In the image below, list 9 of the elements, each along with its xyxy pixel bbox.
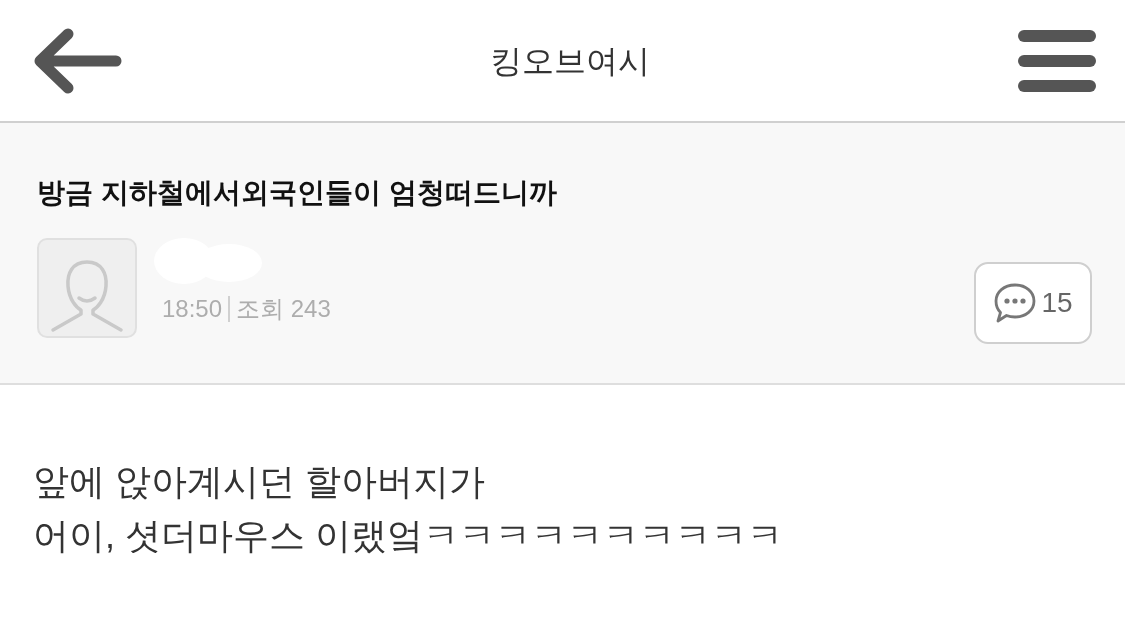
comment-count-button[interactable]: 15 [974,262,1092,344]
post-title: 방금 지하철에서외국인들이 엄청떠드니까 [37,176,558,210]
speech-bubble-icon [993,282,1038,324]
body-text-line: 어이, 셧더마우스 이랬엌ㅋㅋㅋㅋㅋㅋㅋㅋㅋㅋ [33,514,783,558]
post-time: 18:50 [162,297,223,321]
body-text-line: 앞에 앉아계시던 할아버지가 [33,460,485,504]
app-title: 킹오브여시 [489,44,650,77]
view-count: 조회 243 [236,297,331,321]
avatar-placeholder-icon [37,238,137,338]
